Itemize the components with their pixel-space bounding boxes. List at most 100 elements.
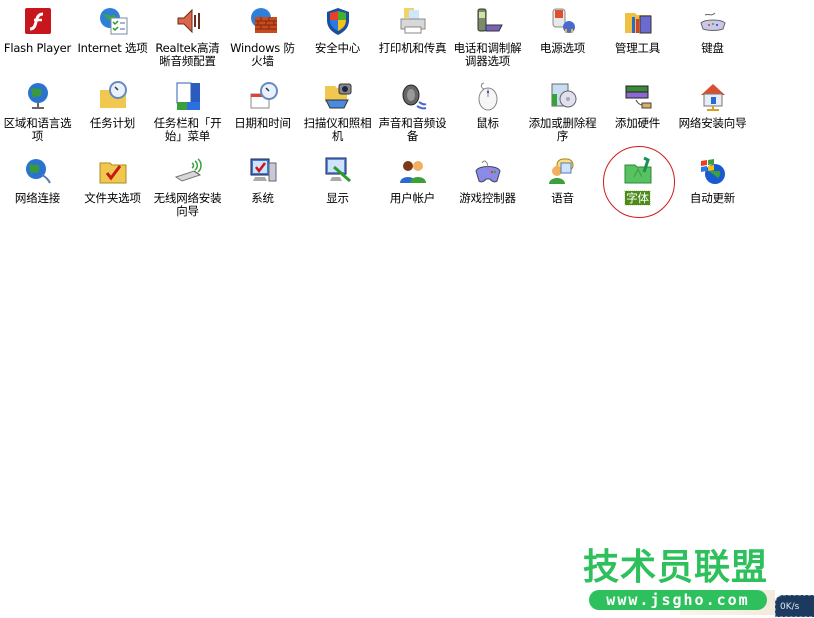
item-label-text: 区域和语言选项 [3,116,72,143]
item-label: 扫描仪和照相机 [302,117,374,143]
control-panel-icon-grid: Flash Player Internet 选项 Realtek高清晰音频配置 Win… [0,4,760,229]
item-label: 无线网络安装向导 [152,192,224,218]
control-panel-item-folder-options[interactable]: 文件夹选项 [75,154,150,229]
control-panel-item-display[interactable]: 显示 [300,154,375,229]
control-panel-item-phone-modem[interactable]: 电话和调制解调器选项 [450,4,525,79]
control-panel-item-scanner-camera[interactable]: 扫描仪和照相机 [300,79,375,154]
item-label: 声音和音频设备 [377,117,449,143]
control-panel-item-network-setup-wizard[interactable]: 网络安装向导 [675,79,750,154]
control-panel-item-add-hardware[interactable]: 添加硬件 [600,79,675,154]
item-label: 打印机和传真 [377,42,449,55]
control-panel-item-speech[interactable]: 语音 [525,154,600,229]
sound-audio-icon [396,79,430,113]
network-speed-widget[interactable]: 0K/s [775,595,814,617]
item-label: 管理工具 [602,42,674,55]
wireless-setup-icon [171,154,205,188]
item-label-text: Flash Player [3,41,72,55]
control-panel-item-mouse[interactable]: 鼠标 [450,79,525,154]
item-label: 文件夹选项 [77,192,149,205]
control-panel-item-network-connections[interactable]: 网络连接 [0,154,75,229]
item-label: 网络连接 [2,192,74,205]
control-panel-item-keyboard[interactable]: 键盘 [675,4,750,79]
item-label: 任务计划 [77,117,149,130]
control-panel-item-automatic-updates[interactable]: 自动更新 [675,154,750,229]
control-panel-item-realtek-audio[interactable]: Realtek高清晰音频配置 [150,4,225,79]
item-label: 键盘 [677,42,749,55]
item-label-text: 游戏控制器 [459,191,516,205]
item-label: Windows 防火墙 [227,42,299,68]
user-accounts-icon [396,154,430,188]
icon-row: Flash Player Internet 选项 Realtek高清晰音频配置 Win… [0,4,760,79]
icon-row: 区域和语言选项 任务计划 任务栏和「开始」菜单 日期和时间 扫描仪和照相机 声音和音频设备… [0,79,760,154]
region-language-icon [21,79,55,113]
control-panel-item-add-remove-programs[interactable]: 添加或删除程序 [525,79,600,154]
phone-modem-icon [471,4,505,38]
control-panel-item-fonts[interactable]: 字体 [600,154,675,229]
item-label-text: 任务栏和「开始」菜单 [153,116,222,143]
control-panel-item-internet-options[interactable]: Internet 选项 [75,4,150,79]
item-label-text: 电话和调制解调器选项 [453,41,522,68]
control-panel-item-sound-audio[interactable]: 声音和音频设备 [375,79,450,154]
item-label-text: 语音 [551,191,574,205]
item-label-text: 网络安装向导 [678,116,747,130]
control-panel-item-security-center[interactable]: 安全中心 [300,4,375,79]
item-label: 添加或删除程序 [527,117,599,143]
icon-row: 网络连接 文件夹选项 无线网络安装向导 系统 显示 用户帐户 游戏控制器 语音 字体 自动更新 [0,154,760,229]
power-options-icon [546,4,580,38]
control-panel-item-power-options[interactable]: 电源选项 [525,4,600,79]
watermark-title: 技术员联盟 [583,547,769,588]
item-label-text: 用户帐户 [389,191,436,205]
item-label-text: 鼠标 [476,116,499,130]
firewall-icon [246,4,280,38]
network-setup-wizard-icon [696,79,730,113]
control-panel-item-system[interactable]: 系统 [225,154,300,229]
network-connections-icon [21,154,55,188]
item-label-text: Windows 防火墙 [230,41,295,68]
control-panel-item-date-time[interactable]: 日期和时间 [225,79,300,154]
item-label: 语音 [527,192,599,205]
item-label: 电话和调制解调器选项 [452,42,524,68]
control-panel-item-flash-player[interactable]: Flash Player [0,4,75,79]
internet-options-icon [96,4,130,38]
item-label: Realtek高清晰音频配置 [152,42,224,68]
realtek-audio-icon [171,4,205,38]
item-label: Internet 选项 [77,42,149,55]
scanner-camera-icon [321,79,355,113]
network-speed-text: 0K/s [780,602,800,612]
control-panel-item-user-accounts[interactable]: 用户帐户 [375,154,450,229]
control-panel-item-region-language[interactable]: 区域和语言选项 [0,79,75,154]
item-label-text: 添加或删除程序 [528,116,597,143]
add-remove-programs-icon [546,79,580,113]
game-controllers-icon [471,154,505,188]
watermark: 技术员联盟 www.jsgho.com [583,548,773,610]
control-panel-item-firewall[interactable]: Windows 防火墙 [225,4,300,79]
item-label-text: 打印机和传真 [378,41,447,55]
taskbar-start-menu-icon [171,79,205,113]
control-panel-item-scheduled-tasks[interactable]: 任务计划 [75,79,150,154]
item-label-text: 键盘 [701,41,724,55]
item-label-text: 添加硬件 [614,116,661,130]
printer-fax-icon [396,4,430,38]
date-time-icon [246,79,280,113]
control-panel-item-wireless-setup[interactable]: 无线网络安装向导 [150,154,225,229]
item-label-text: 电源选项 [539,41,586,55]
fonts-icon [621,154,655,188]
item-label-text: 显示 [326,191,349,205]
watermark-url: www.jsgho.com [589,590,767,610]
item-label: 游戏控制器 [452,192,524,205]
control-panel-item-printer-fax[interactable]: 打印机和传真 [375,4,450,79]
item-label: 显示 [302,192,374,205]
item-label-text: 声音和音频设备 [378,116,447,143]
control-panel-item-admin-tools[interactable]: 管理工具 [600,4,675,79]
item-label-text: 无线网络安装向导 [153,191,222,218]
control-panel-item-game-controllers[interactable]: 游戏控制器 [450,154,525,229]
mouse-icon [471,79,505,113]
display-icon [321,154,355,188]
item-label: 安全中心 [302,42,374,55]
control-panel-item-taskbar-start-menu[interactable]: 任务栏和「开始」菜单 [150,79,225,154]
item-label-text: 管理工具 [614,41,661,55]
item-label-text: 自动更新 [689,191,736,205]
item-label: 字体 [602,190,674,206]
item-label-text: 网络连接 [14,191,61,205]
item-label: Flash Player [2,42,74,55]
